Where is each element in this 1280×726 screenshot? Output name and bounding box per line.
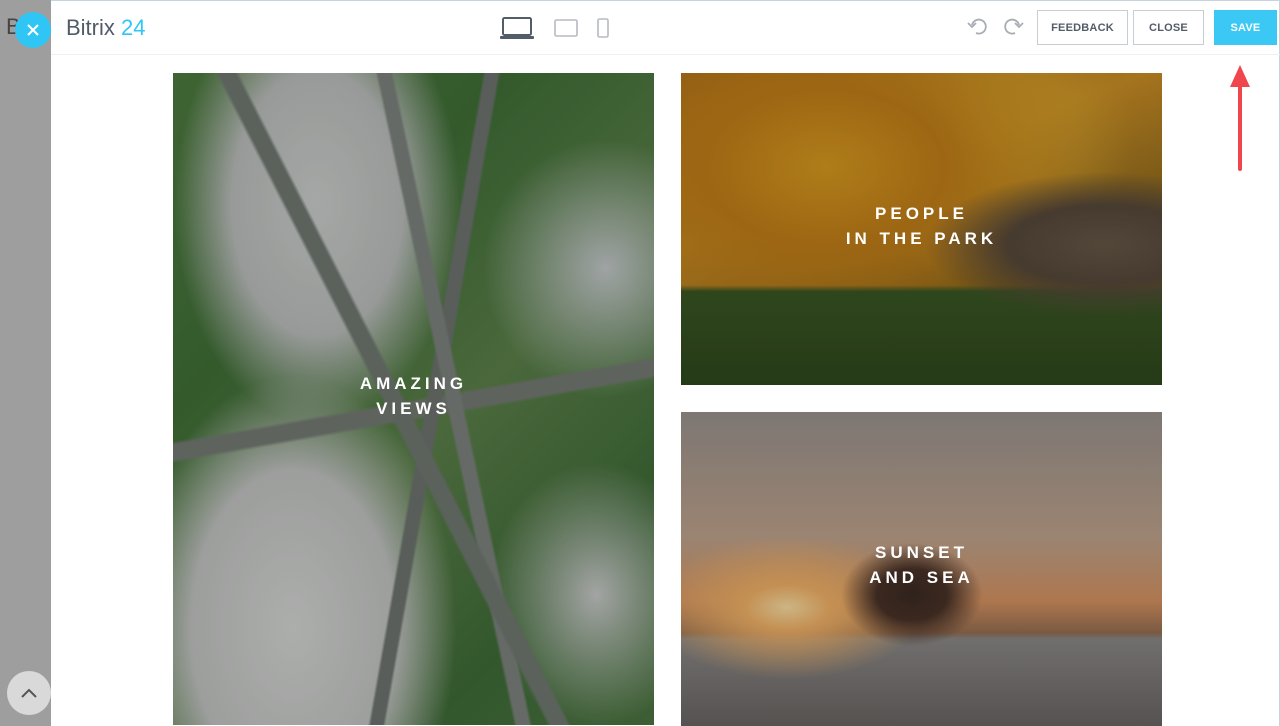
tile-caption: AMAZING VIEWS — [173, 371, 654, 421]
close-icon — [27, 24, 39, 36]
mobile-icon — [597, 18, 609, 38]
image-tile-people-in-the-park[interactable]: PEOPLE IN THE PARK — [681, 73, 1162, 385]
tile-caption-line1: AMAZING — [359, 374, 468, 393]
undo-icon — [967, 18, 987, 35]
tile-caption-line1: SUNSET — [875, 543, 968, 562]
redo-icon — [1004, 18, 1024, 35]
image-tile-sunset-and-sea[interactable]: SUNSET AND SEA — [681, 412, 1162, 726]
mobile-view-button[interactable] — [595, 15, 611, 41]
feedback-button[interactable]: FEEDBACK — [1037, 10, 1128, 45]
desktop-view-button[interactable] — [499, 15, 535, 41]
desktop-icon — [500, 17, 534, 39]
logo: Bitrix 24 — [66, 15, 146, 41]
logo-number: 24 — [121, 15, 146, 40]
arrow-up-icon — [1230, 65, 1250, 171]
logo-text: Bitrix — [66, 15, 115, 40]
save-button[interactable]: SAVE — [1214, 10, 1277, 45]
device-switcher — [499, 15, 611, 41]
tile-caption-line2: IN THE PARK — [845, 229, 998, 248]
image-tile-amazing-views[interactable]: AMAZING VIEWS — [173, 73, 654, 725]
scroll-up-button[interactable] — [7, 671, 51, 715]
undo-button[interactable] — [967, 17, 989, 42]
tile-caption-line2: VIEWS — [376, 399, 451, 418]
redo-button[interactable] — [1002, 17, 1024, 42]
editor-slider: Bitrix 24 FEEDBACK CLOSE SAVE AMAZING VI… — [51, 0, 1280, 726]
tablet-icon — [554, 19, 578, 37]
editor-toolbar: Bitrix 24 FEEDBACK CLOSE SAVE — [51, 1, 1280, 171]
tile-caption-line1: PEOPLE — [875, 204, 968, 223]
chevron-up-icon — [21, 688, 37, 698]
tile-caption: PEOPLE IN THE PARK — [681, 201, 1162, 251]
close-slider-button[interactable] — [15, 12, 51, 48]
tile-caption-line2: AND SEA — [869, 568, 974, 587]
tile-caption: SUNSET AND SEA — [681, 540, 1162, 590]
tablet-view-button[interactable] — [553, 15, 579, 41]
close-button[interactable]: CLOSE — [1133, 10, 1204, 45]
